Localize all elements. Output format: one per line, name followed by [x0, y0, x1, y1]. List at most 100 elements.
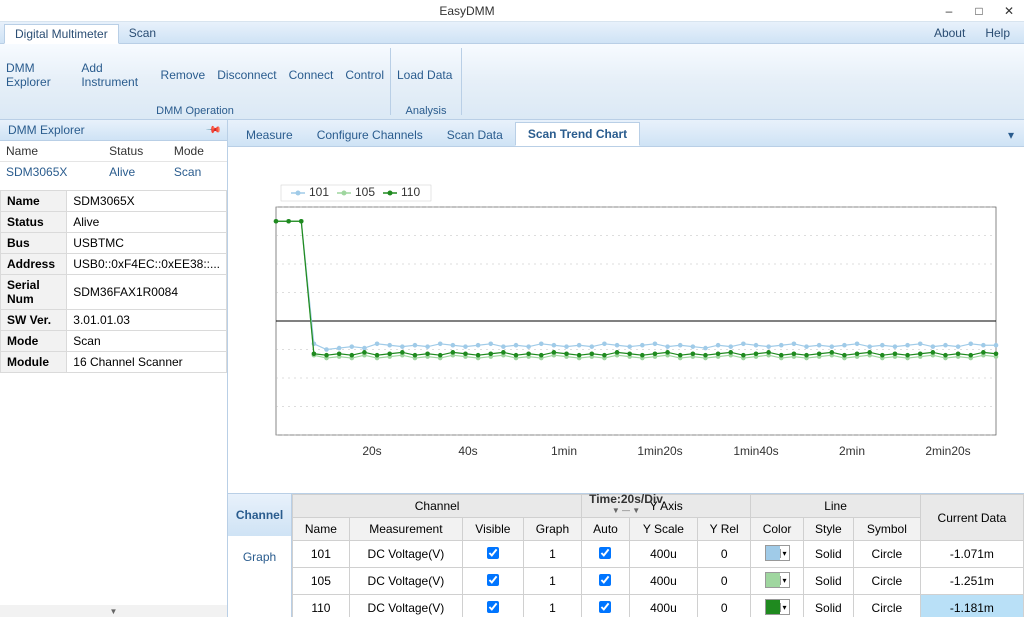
cell-color[interactable]: ▾: [751, 541, 804, 568]
tab-scan-trend-chart[interactable]: Scan Trend Chart: [515, 122, 640, 146]
collapse-handle[interactable]: ▼: [0, 605, 227, 617]
instrument-mode: Scan: [168, 162, 227, 183]
svg-text:40s: 40s: [458, 444, 477, 458]
cell-current: -1.181m: [920, 595, 1023, 617]
cell-yscale[interactable]: 400u: [629, 568, 697, 595]
tab-configure-channels[interactable]: Configure Channels: [305, 124, 435, 146]
dmm-explorer-panel: DMM Explorer 📌 NameStatusMode SDM3065XAl…: [0, 120, 228, 617]
instrument-properties: NameSDM3065XStatusAliveBusUSBTMCAddressU…: [0, 190, 227, 373]
prop-key: Bus: [1, 233, 67, 254]
maximize-button[interactable]: □: [964, 4, 994, 18]
col-y-scale: Y Scale: [629, 518, 697, 541]
cell-yrel[interactable]: 0: [698, 568, 751, 595]
ribbon-btn-remove[interactable]: Remove: [155, 64, 212, 86]
title-bar: EasyDMM – □ ✕: [0, 0, 1024, 22]
close-button[interactable]: ✕: [994, 4, 1024, 18]
pin-icon[interactable]: 📌: [204, 122, 221, 139]
cell-meas: DC Voltage(V): [349, 595, 462, 617]
cell-yscale[interactable]: 400u: [629, 541, 697, 568]
cell-visible[interactable]: [462, 595, 523, 617]
help-link[interactable]: Help: [975, 24, 1020, 42]
prop-key: Name: [1, 191, 67, 212]
svg-text:2min: 2min: [839, 444, 865, 458]
channel-row[interactable]: 105DC Voltage(V) 1 400u0 ▾ SolidCircle-1.251…: [293, 568, 1024, 595]
channel-row[interactable]: 110DC Voltage(V)1400u0▾SolidCircle-1.181…: [293, 595, 1024, 617]
ribbon-group-dmm: DMM ExplorerAdd InstrumentRemoveDisconne…: [0, 44, 390, 119]
chevron-down-icon[interactable]: ▾: [780, 603, 789, 612]
about-link[interactable]: About: [924, 24, 975, 42]
cell-style[interactable]: Solid: [803, 541, 853, 568]
prop-key: SW Ver.: [1, 310, 67, 331]
cell-color[interactable]: ▾: [751, 595, 804, 617]
dmm-explorer-title: DMM Explorer: [8, 123, 85, 137]
cell-symbol[interactable]: Circle: [853, 595, 920, 617]
prop-value: USBTMC: [67, 233, 227, 254]
cell-name: 105: [293, 568, 350, 595]
col-auto: Auto: [582, 518, 630, 541]
cell-visible[interactable]: [462, 541, 523, 568]
cell-graph[interactable]: 1: [523, 568, 582, 595]
ribbon-btn-load-data[interactable]: Load Data: [391, 64, 458, 86]
menu-tab-digital-multimeter[interactable]: Digital Multimeter: [4, 24, 119, 44]
tree-col-mode: Mode: [168, 141, 227, 162]
svg-text:105: 105: [355, 185, 375, 199]
svg-text:20s: 20s: [362, 444, 381, 458]
col-visible: Visible: [462, 518, 523, 541]
svg-text:101: 101: [309, 185, 329, 199]
ribbon-btn-disconnect[interactable]: Disconnect: [211, 64, 282, 86]
channel-row[interactable]: 101DC Voltage(V)1400u0▾SolidCircle-1.071…: [293, 541, 1024, 568]
cell-symbol[interactable]: Circle: [853, 568, 920, 595]
prop-value: 3.01.01.03: [67, 310, 227, 331]
prop-value: SDM3065X: [67, 191, 227, 212]
trend-chart[interactable]: 20s40s1min1min20s1min40s2min2min20s10110…: [246, 157, 1006, 489]
cell-meas: DC Voltage(V): [349, 568, 462, 595]
chevron-down-icon[interactable]: ▾: [780, 576, 789, 585]
tree-col-name: Name: [0, 141, 103, 162]
chart-zone: 20s40s1min1min20s1min40s2min2min20s10110…: [228, 147, 1024, 493]
content-area: MeasureConfigure ChannelsScan DataScan T…: [228, 120, 1024, 617]
ribbon-btn-control[interactable]: Control: [339, 64, 390, 86]
cell-style[interactable]: Solid: [803, 595, 853, 617]
menu-tab-scan[interactable]: Scan: [119, 24, 166, 42]
cell-auto[interactable]: [582, 541, 630, 568]
prop-key: Serial Num: [1, 275, 67, 310]
instrument-name[interactable]: SDM3065X: [0, 162, 103, 183]
chevron-down-icon[interactable]: ▾: [780, 549, 789, 558]
cell-graph[interactable]: 1: [523, 595, 582, 617]
prop-key: Mode: [1, 331, 67, 352]
col-measurement: Measurement: [349, 518, 462, 541]
ribbon-group-analysis: Load Data Analysis: [391, 44, 461, 119]
cell-auto[interactable]: [582, 595, 630, 617]
chart-overflow-handle[interactable]: ▼ ― ▼: [246, 506, 1006, 518]
cell-meas: DC Voltage(V): [349, 541, 462, 568]
main-area: DMM Explorer 📌 NameStatusMode SDM3065XAl…: [0, 120, 1024, 617]
svg-text:1min20s: 1min20s: [637, 444, 682, 458]
tab-strip: MeasureConfigure ChannelsScan DataScan T…: [228, 120, 1024, 147]
ribbon-group-empty: [462, 44, 1024, 119]
ribbon-btn-connect[interactable]: Connect: [283, 64, 340, 86]
col-symbol: Symbol: [853, 518, 920, 541]
minimize-button[interactable]: –: [934, 4, 964, 18]
cell-style[interactable]: Solid: [803, 568, 853, 595]
cell-graph[interactable]: 1: [523, 541, 582, 568]
ribbon: DMM ExplorerAdd InstrumentRemoveDisconne…: [0, 44, 1024, 120]
tab-measure[interactable]: Measure: [234, 124, 305, 146]
dmm-explorer-header: DMM Explorer 📌: [0, 120, 227, 141]
tab-dropdown-icon[interactable]: ▾: [1004, 124, 1018, 146]
prop-key: Address: [1, 254, 67, 275]
ribbon-btn-add-instrument[interactable]: Add Instrument: [75, 57, 154, 93]
cell-auto[interactable]: [582, 568, 630, 595]
cell-current: -1.251m: [920, 568, 1023, 595]
cell-symbol[interactable]: Circle: [853, 541, 920, 568]
cell-yrel[interactable]: 0: [698, 541, 751, 568]
tab-scan-data[interactable]: Scan Data: [435, 124, 515, 146]
cell-yscale[interactable]: 400u: [629, 595, 697, 617]
sidetab-graph[interactable]: Graph: [228, 536, 291, 578]
cell-visible[interactable]: [462, 568, 523, 595]
ribbon-group-label-analysis: Analysis: [391, 105, 461, 119]
cell-color[interactable]: ▾: [751, 568, 804, 595]
cell-yrel[interactable]: 0: [698, 595, 751, 617]
ribbon-btn-dmm-explorer[interactable]: DMM Explorer: [0, 57, 75, 93]
prop-value: USB0::0xF4EC::0xEE38::...: [67, 254, 227, 275]
instrument-row[interactable]: SDM3065XAliveScan: [0, 162, 227, 183]
